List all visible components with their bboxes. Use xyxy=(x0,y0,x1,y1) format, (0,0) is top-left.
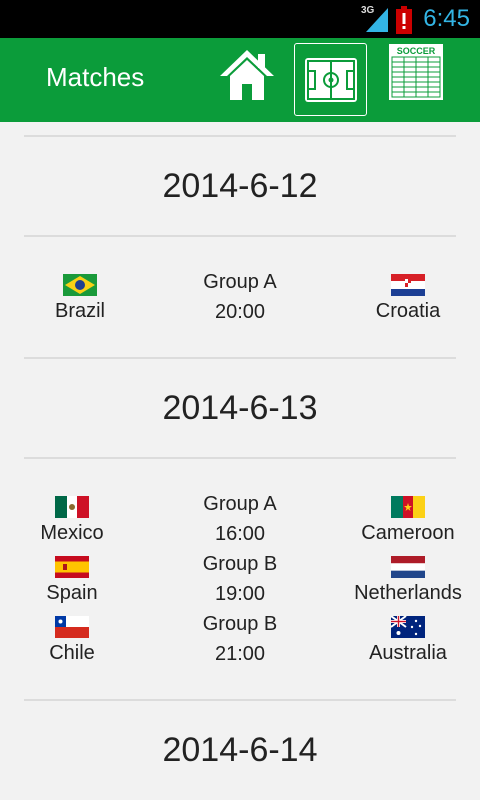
matches-tab-button[interactable] xyxy=(294,43,367,116)
away-team: Cameroon xyxy=(328,496,480,545)
cameroon-flag-icon xyxy=(391,496,425,518)
croatia-flag-icon xyxy=(391,274,425,296)
home-team: Chile xyxy=(0,616,152,665)
date-header: 2014-6-12 xyxy=(162,167,318,205)
spain-flag-icon xyxy=(55,556,89,578)
match-info: Group B 21:00 xyxy=(160,609,320,669)
divider xyxy=(24,699,456,701)
match-time: 20:00 xyxy=(214,301,266,323)
away-team-name: Australia xyxy=(369,642,447,664)
match-group: Group B xyxy=(202,613,278,635)
mexico-flag-icon xyxy=(55,496,89,518)
australia-flag-icon xyxy=(391,616,425,638)
match-info: Group A 16:00 xyxy=(160,489,320,549)
netherlands-flag-icon xyxy=(391,556,425,578)
app-bar: Matches SOCCER xyxy=(0,38,480,122)
brazil-flag-icon xyxy=(63,274,97,296)
home-team-name: Brazil xyxy=(54,300,105,322)
away-team-name: Netherlands xyxy=(354,582,462,604)
home-team: Mexico xyxy=(0,496,152,545)
clock: 6:45 xyxy=(423,5,470,32)
chile-flag-icon xyxy=(55,616,89,638)
soccer-table-icon: SOCCER xyxy=(389,44,443,100)
date-header: 2014-6-13 xyxy=(162,389,318,427)
match-group: Group B xyxy=(202,553,278,575)
standings-button[interactable]: SOCCER xyxy=(386,42,446,102)
divider xyxy=(24,235,456,237)
home-team: Spain xyxy=(0,556,152,605)
divider xyxy=(24,357,456,359)
home-icon xyxy=(220,50,274,100)
match-info: Group A 20:00 xyxy=(160,267,320,327)
status-bar: 3G 6:45 xyxy=(0,0,480,38)
home-team-name: Spain xyxy=(46,582,98,604)
match-group: Group A xyxy=(203,271,277,293)
match-time: 21:00 xyxy=(214,643,266,665)
date-header: 2014-6-14 xyxy=(162,731,318,769)
divider xyxy=(24,135,456,137)
home-team-name: Chile xyxy=(49,642,95,664)
away-team-name: Cameroon xyxy=(361,522,455,544)
home-team: Brazil xyxy=(0,274,160,323)
match-list[interactable]: 2014-6-12 Brazil Group A 20:00 Croatia 2… xyxy=(0,122,480,800)
table-icon-label: SOCCER xyxy=(397,46,436,56)
away-team: Croatia xyxy=(328,274,480,323)
divider xyxy=(24,457,456,459)
soccer-field-icon xyxy=(305,58,357,102)
signal-icon xyxy=(366,8,388,32)
away-team: Netherlands xyxy=(328,556,480,605)
match-time: 19:00 xyxy=(214,583,266,605)
away-team-name: Croatia xyxy=(375,300,441,322)
home-button[interactable] xyxy=(218,46,276,104)
match-info: Group B 19:00 xyxy=(160,549,320,609)
match-group: Group A xyxy=(203,493,277,515)
away-team: Australia xyxy=(328,616,480,665)
battery-alert-icon xyxy=(396,6,412,34)
match-time: 16:00 xyxy=(214,523,266,545)
home-team-name: Mexico xyxy=(40,522,104,544)
page-title: Matches xyxy=(46,62,145,92)
